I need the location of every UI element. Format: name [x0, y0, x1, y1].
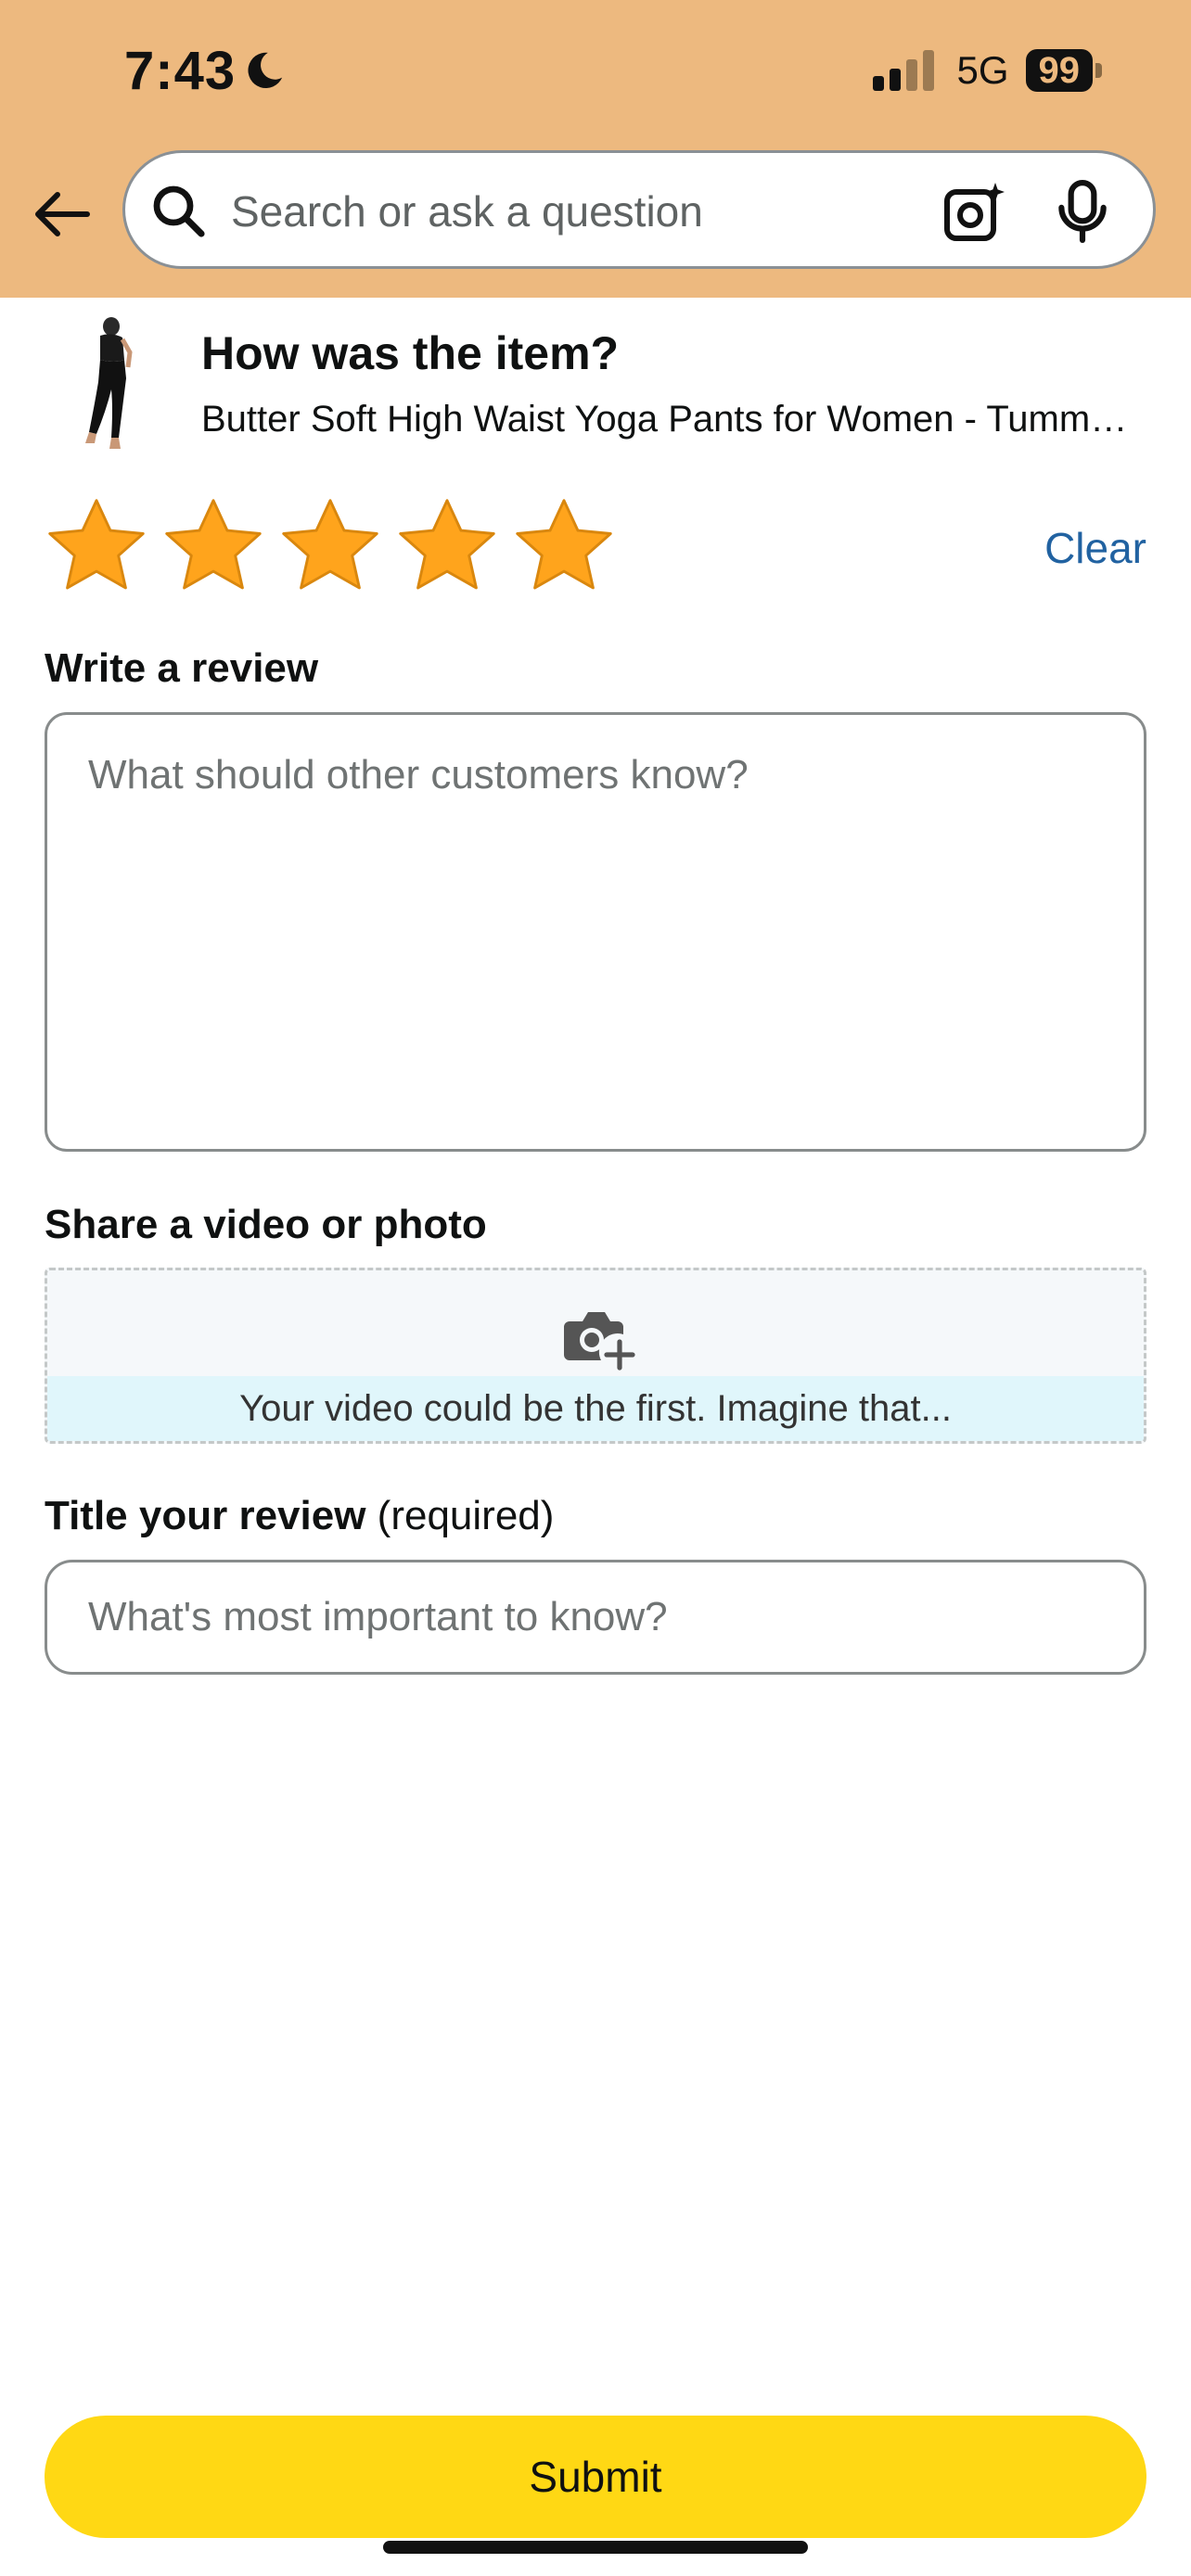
title-label-row: Title your review (required) — [45, 1493, 554, 1539]
upload-hint: Your video could be the first. Imagine t… — [47, 1376, 1144, 1441]
search-icon — [153, 185, 205, 237]
product-thumbnail — [85, 317, 133, 449]
clock: 7:43 — [124, 40, 237, 101]
status-indicators: 5G 99 — [873, 43, 1102, 98]
microphone-icon[interactable] — [1055, 179, 1110, 244]
status-time: 7:43 — [124, 35, 286, 106]
battery-indicator: 99 — [1025, 49, 1102, 92]
back-button[interactable] — [30, 182, 95, 247]
app-header: 7:43 5G 99 — [0, 0, 1191, 298]
search-bar[interactable] — [122, 150, 1156, 269]
product-name: Butter Soft High Waist Yoga Pants for Wo… — [201, 399, 1129, 440]
camera-add-icon — [564, 1312, 635, 1371]
star-icon[interactable] — [393, 493, 501, 601]
star-icon[interactable] — [43, 493, 150, 601]
write-review-label: Write a review — [45, 645, 319, 691]
share-media-label: Share a video or photo — [45, 1202, 487, 1247]
battery-level: 99 — [1025, 49, 1093, 92]
star-icon[interactable] — [276, 493, 384, 601]
review-textarea[interactable] — [45, 712, 1146, 1152]
camera-search-icon[interactable] — [941, 181, 1005, 244]
clear-rating-link[interactable]: Clear — [1044, 523, 1146, 573]
signal-icon — [873, 50, 935, 91]
moon-icon — [248, 52, 283, 89]
review-prompt: How was the item? — [201, 327, 620, 379]
home-indicator — [383, 2541, 808, 2554]
network-type: 5G — [956, 48, 1009, 92]
media-upload-box[interactable]: Your video could be the first. Imagine t… — [45, 1268, 1146, 1444]
submit-button[interactable]: Submit — [45, 2416, 1146, 2538]
title-label: Title your review — [45, 1493, 366, 1538]
search-input[interactable] — [229, 172, 975, 251]
star-icon[interactable] — [160, 493, 267, 601]
review-title-input[interactable] — [45, 1560, 1146, 1675]
star-rating[interactable] — [43, 493, 618, 601]
battery-tip — [1095, 63, 1102, 78]
back-arrow-icon — [35, 192, 90, 236]
required-note: (required) — [377, 1493, 555, 1538]
star-icon[interactable] — [510, 493, 618, 601]
